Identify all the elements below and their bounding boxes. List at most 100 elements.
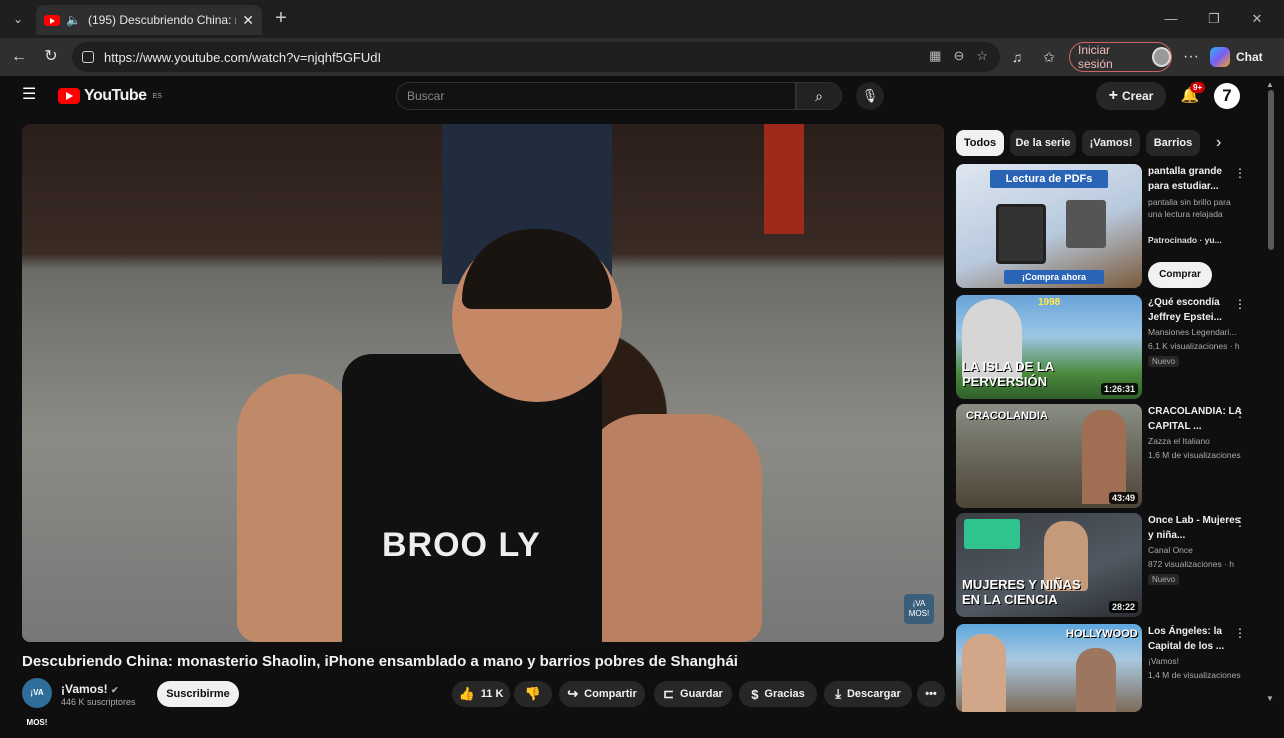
video-scene-arm xyxy=(237,374,357,642)
recommendation-item[interactable]: MUJERES Y NIÑAS EN LA CIENCIA 28:22 Once… xyxy=(956,513,1266,617)
channel-name[interactable]: ¡Vamos! ✔ xyxy=(61,682,119,696)
rec-thumbnail[interactable]: MUJERES Y NIÑAS EN LA CIENCIA 28:22 xyxy=(956,513,1142,617)
download-button[interactable]: ⤓ Descargar xyxy=(824,681,912,707)
channel-avatar[interactable]: ¡VA MOS! xyxy=(22,678,52,727)
rec-channel[interactable]: Zazza el Italiano xyxy=(1148,436,1252,446)
reload-icon[interactable]: ↻ xyxy=(40,46,62,68)
recommendation-ad[interactable]: Lectura de PDFs ¡Compra ahora pantalla g… xyxy=(956,164,1266,290)
subscribe-button[interactable]: Suscribirme xyxy=(157,681,239,707)
search-button[interactable]: ⌕ xyxy=(796,82,842,110)
chip-todos[interactable]: Todos xyxy=(956,130,1004,156)
video-scene-pillar xyxy=(764,124,804,234)
download-label: Descargar xyxy=(846,688,901,700)
download-icon: ⤓ xyxy=(835,686,841,701)
recommendation-item[interactable]: HOLLYWOOD Los Ángeles: la Capital de los… xyxy=(956,624,1266,720)
back-arrow-icon[interactable]: ← xyxy=(8,46,30,68)
signin-label: Iniciar sesión xyxy=(1078,43,1113,71)
more-vert-icon[interactable]: ⋮ xyxy=(1234,166,1246,180)
like-button[interactable]: 👍 11 K xyxy=(452,681,510,707)
search-input[interactable]: Buscar xyxy=(396,82,796,110)
rec-title[interactable]: Once Lab - Mujeres y niña... xyxy=(1148,513,1244,543)
chips-next-chevron-icon[interactable]: › xyxy=(1216,134,1221,152)
thumbs-up-icon: 👍 xyxy=(458,686,475,701)
more-vert-icon[interactable]: ⋮ xyxy=(1234,406,1246,420)
video-scene-arm xyxy=(582,414,762,642)
youtube-favicon-icon xyxy=(44,14,60,26)
page-scrollbar-thumb[interactable] xyxy=(1268,90,1274,250)
recommendation-item[interactable]: 1998 LA ISLA DE LA PERVERSIÓN 1:26:31 ¿Q… xyxy=(956,295,1266,399)
media-control-icon[interactable]: ♫ xyxy=(1006,46,1028,68)
video-player[interactable]: BROO LY ¡VA MOS! xyxy=(22,124,944,642)
more-vert-icon[interactable]: ⋮ xyxy=(1234,626,1246,640)
tab-close-icon[interactable]: ✕ xyxy=(242,12,254,29)
share-button[interactable]: ↪ Compartir xyxy=(559,681,645,707)
buy-button[interactable]: Comprar xyxy=(1148,262,1212,288)
chip-vamos[interactable]: ¡Vamos! xyxy=(1082,130,1140,156)
jersey-text: BROO LY xyxy=(382,526,541,564)
copilot-chat-button[interactable]: Chat xyxy=(1210,43,1278,71)
rec-thumbnail[interactable]: HOLLYWOOD xyxy=(956,624,1142,712)
browser-menu-icon[interactable]: ··· xyxy=(1180,46,1202,68)
tab-actions-chevron-icon[interactable]: ⌄ xyxy=(8,9,28,29)
ad-thumbnail[interactable]: Lectura de PDFs ¡Compra ahora xyxy=(956,164,1142,288)
thanks-button[interactable]: $ Gracias xyxy=(739,681,817,707)
thumb-caption: MUJERES Y NIÑAS EN LA CIENCIA xyxy=(962,577,1081,607)
video-title: Descubriendo China: monasterio Shaolin, … xyxy=(22,653,738,670)
voice-search-button[interactable]: 🎙 xyxy=(856,82,884,110)
favorites-icon[interactable]: ✩ xyxy=(1038,46,1060,68)
minimize-button[interactable]: — xyxy=(1160,8,1182,30)
rec-description: pantalla sin brillo para una lectura rel… xyxy=(1148,197,1231,219)
chip-de-la-serie[interactable]: De la serie xyxy=(1010,130,1076,156)
plus-icon: + xyxy=(1108,87,1118,104)
signin-button[interactable]: Iniciar sesión xyxy=(1069,42,1172,72)
rec-views: 6,1 K visualizaciones · h xyxy=(1148,341,1240,351)
reader-view-icon[interactable]: ▦ xyxy=(929,48,941,64)
copilot-icon xyxy=(1210,47,1230,67)
ad-thumb-cta: ¡Compra ahora xyxy=(1004,270,1104,284)
more-vert-icon[interactable]: ⋮ xyxy=(1234,515,1246,529)
rec-channel[interactable]: Mansiones Legendari... xyxy=(1148,327,1252,337)
channel-name-text[interactable]: ¡Vamos! xyxy=(61,682,108,696)
notifications-button[interactable]: 🔔 9+ xyxy=(1178,82,1206,108)
youtube-masthead: ☰ YouTube ES Buscar ⌕ 🎙 + Crear 🔔 9+ 7 xyxy=(6,76,1278,116)
verified-icon: ✔ xyxy=(111,685,119,695)
speaker-icon[interactable]: 🔈 xyxy=(66,13,82,27)
rec-title[interactable]: ¿Qué escondía Jeffrey Epstei... xyxy=(1148,295,1244,325)
account-avatar[interactable]: 7 xyxy=(1214,83,1240,109)
video-duration: 28:22 xyxy=(1108,601,1138,613)
zoom-icon[interactable]: ⊖ xyxy=(953,48,964,64)
thumb-caption: CRACOLANDIA xyxy=(966,410,1048,422)
like-count: 11 K xyxy=(480,688,504,700)
rec-title[interactable]: CRACOLANDIA: LA CAPITAL ... xyxy=(1148,404,1244,434)
thanks-icon: $ xyxy=(751,686,759,702)
close-window-button[interactable]: ✕ xyxy=(1246,8,1268,30)
rec-channel[interactable]: Canal Once xyxy=(1148,545,1252,555)
new-tab-button[interactable]: + xyxy=(270,8,292,30)
scroll-down-arrow-icon[interactable]: ▼ xyxy=(1266,694,1274,703)
more-actions-button[interactable]: ••• xyxy=(917,681,945,707)
rec-thumbnail[interactable]: CRACOLANDIA 43:49 xyxy=(956,404,1142,508)
rec-title[interactable]: Los Ángeles: la Capital de los ... xyxy=(1148,624,1244,654)
address-bar[interactable]: https://www.youtube.com/watch?v=njqhf5GF… xyxy=(72,42,1000,72)
rec-thumbnail[interactable]: 1998 LA ISLA DE LA PERVERSIÓN 1:26:31 xyxy=(956,295,1142,399)
chip-barrios[interactable]: Barrios xyxy=(1146,130,1200,156)
bookmark-icon: ⊏ xyxy=(663,686,675,701)
favorite-star-icon[interactable]: ☆ xyxy=(976,48,988,64)
save-button[interactable]: ⊏ Guardar xyxy=(654,681,732,707)
thumb-person xyxy=(1082,410,1126,504)
rec-channel[interactable]: ¡Vamos! xyxy=(1148,656,1252,666)
hamburger-menu-icon[interactable]: ☰ xyxy=(22,86,40,104)
dislike-button[interactable]: 👎 xyxy=(514,681,552,707)
rec-title[interactable]: pantalla grande para estudiar... xyxy=(1148,164,1244,194)
create-button[interactable]: + Crear xyxy=(1096,82,1166,110)
site-info-icon[interactable] xyxy=(82,51,94,63)
channel-watermark[interactable]: ¡VA MOS! xyxy=(904,594,934,624)
scroll-up-arrow-icon[interactable]: ▲ xyxy=(1266,80,1274,89)
url-text[interactable]: https://www.youtube.com/watch?v=njqhf5GF… xyxy=(104,50,381,65)
recommendation-item[interactable]: CRACOLANDIA 43:49 CRACOLANDIA: LA CAPITA… xyxy=(956,404,1266,508)
youtube-logo[interactable]: YouTube ES xyxy=(58,87,162,105)
browser-tab-active[interactable]: 🔈 (195) Descubriendo China: mo ✕ xyxy=(36,5,262,35)
more-vert-icon[interactable]: ⋮ xyxy=(1234,297,1246,311)
maximize-button[interactable]: ❐ xyxy=(1203,8,1225,30)
logo-region: ES xyxy=(152,92,162,100)
